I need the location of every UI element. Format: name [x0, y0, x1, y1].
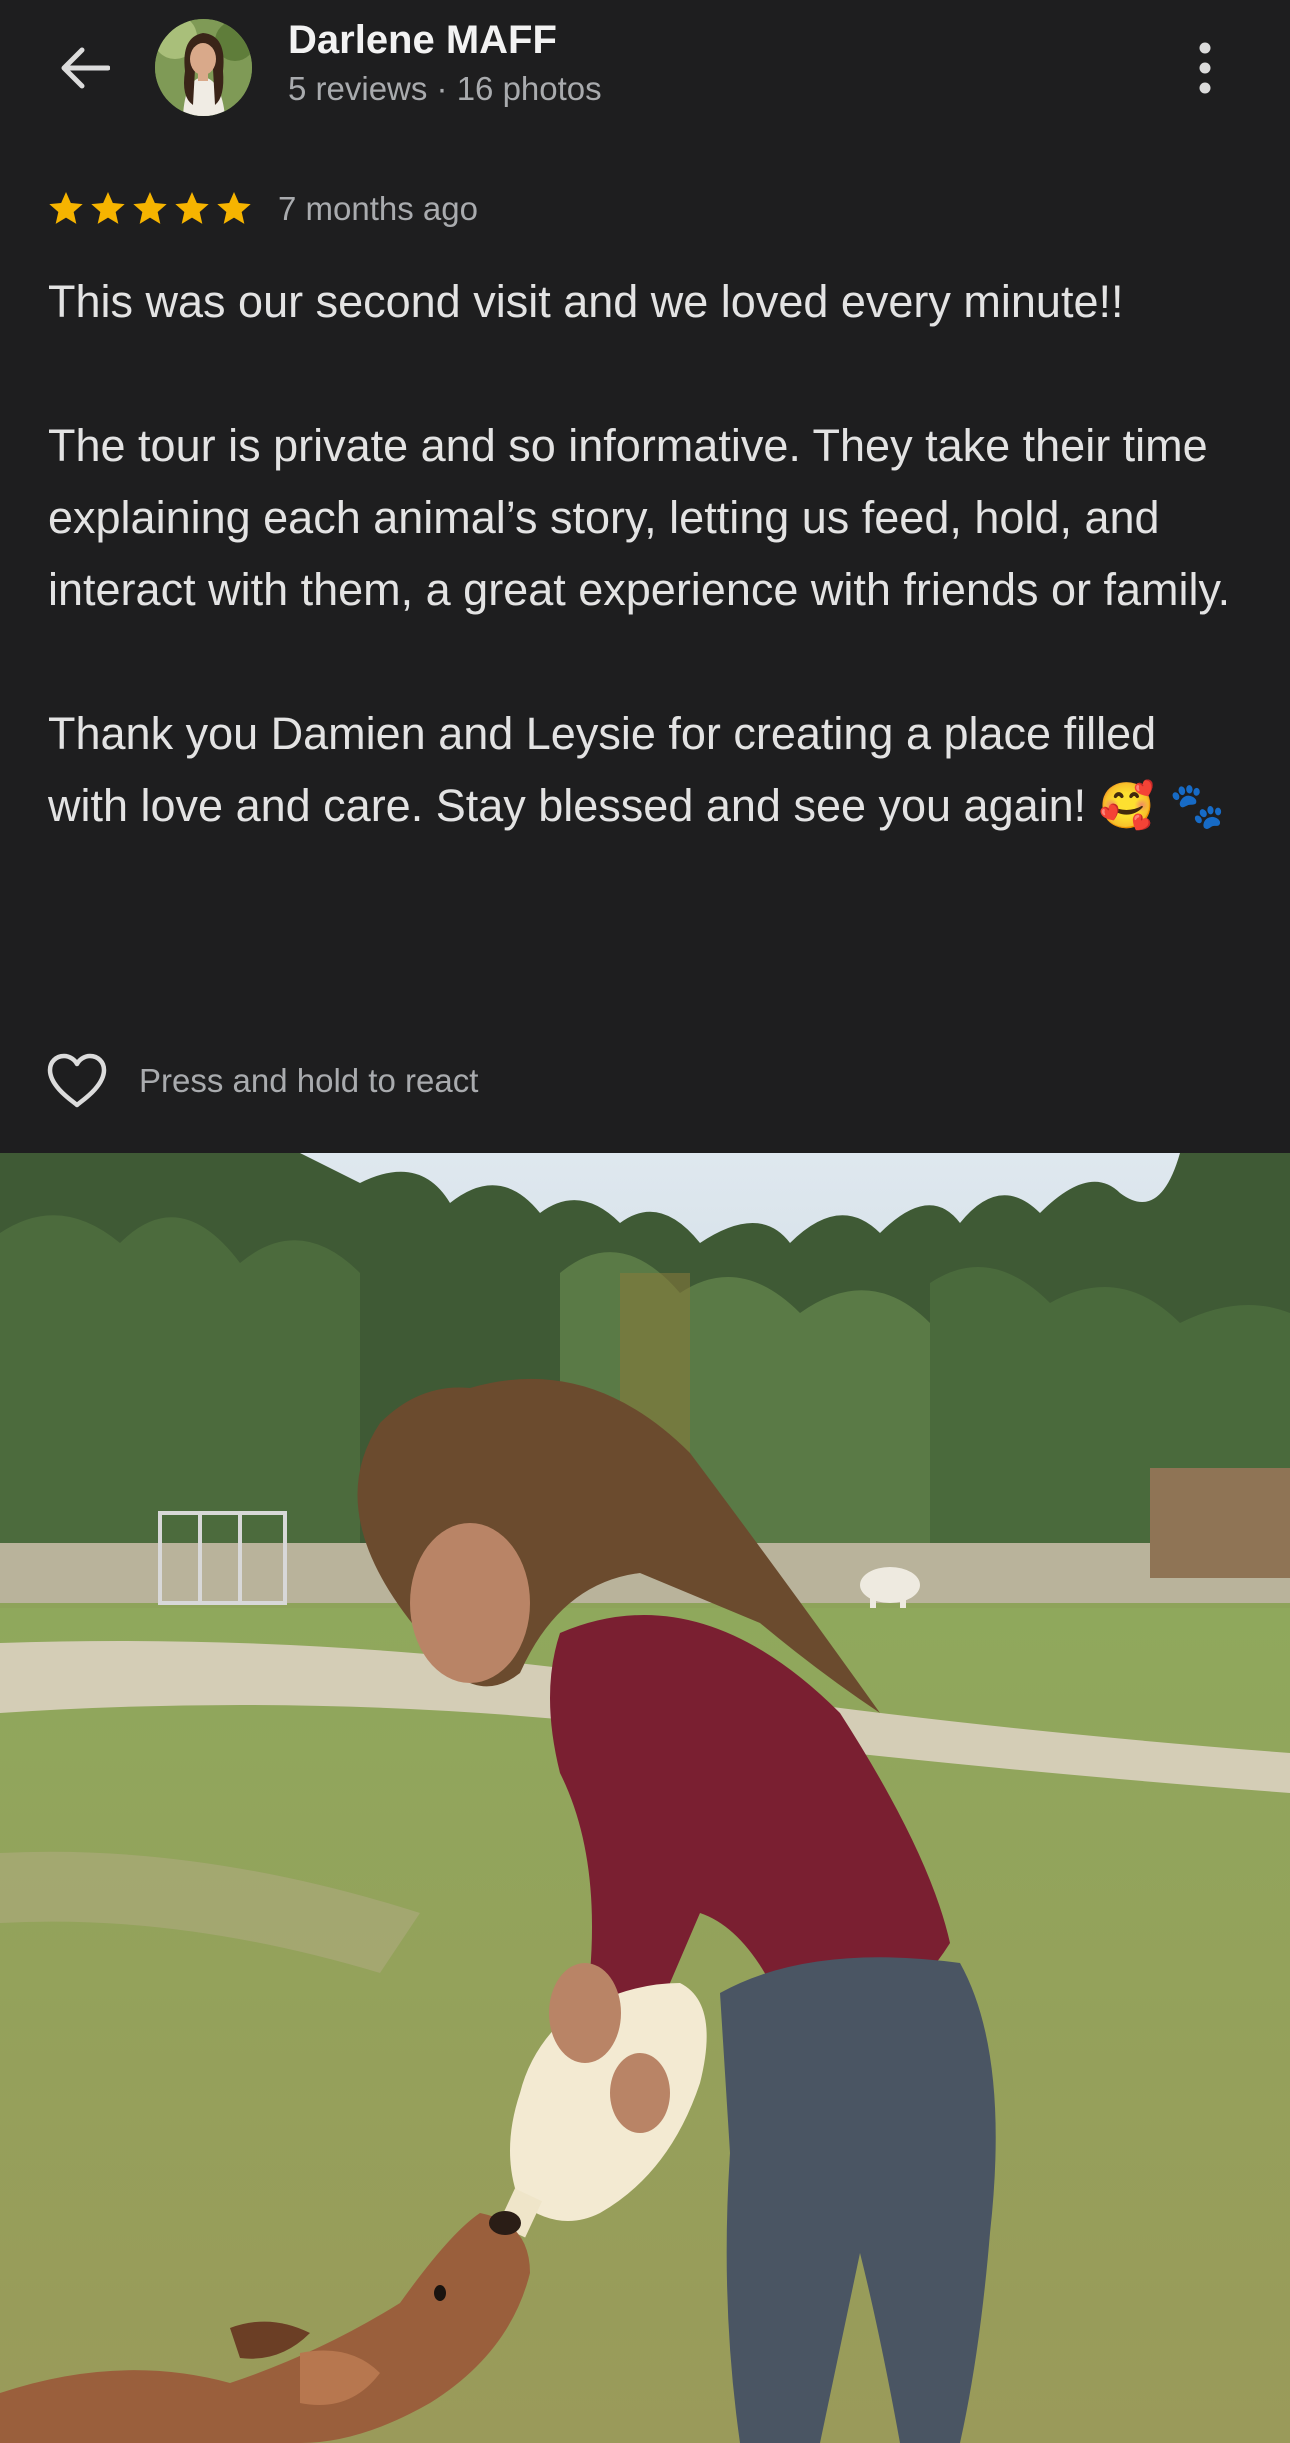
star-rating [46, 189, 254, 229]
rating-row: 7 months ago [46, 184, 478, 234]
more-options-button[interactable] [1180, 30, 1230, 106]
arrow-left-icon [61, 47, 110, 89]
review-text: This was our second visit and we loved e… [48, 266, 1248, 842]
review-paragraph-text: Thank you Damien and Leysie for creating… [48, 708, 1157, 831]
emoji-text: 🥰 🐾 [1098, 779, 1226, 832]
react-button[interactable]: Press and hold to react [46, 1050, 478, 1112]
more-vertical-icon [1199, 42, 1211, 94]
review-paragraph: The tour is private and so informative. … [48, 420, 1231, 615]
react-label: Press and hold to react [139, 1062, 479, 1099]
review-header: Darlene MAFF 5 reviews · 16 photos [0, 0, 1290, 140]
avatar[interactable] [155, 19, 252, 116]
star-icon [175, 192, 209, 224]
review-paragraph: This was our second visit and we loved e… [48, 276, 1124, 327]
reviewer-meta: 5 reviews · 16 photos [288, 70, 602, 107]
star-icon [91, 192, 125, 224]
star-icon [49, 192, 83, 224]
star-icon [217, 192, 251, 224]
review-age: 7 months ago [278, 190, 478, 227]
back-button[interactable] [44, 30, 124, 106]
review-paragraph: Thank you Damien and Leysie for creating… [48, 698, 1248, 842]
review-photo[interactable] [0, 1153, 1290, 2443]
reviewer-name[interactable]: Darlene MAFF [288, 18, 557, 63]
star-icon [133, 192, 167, 224]
heart-outline-icon [47, 1053, 107, 1108]
